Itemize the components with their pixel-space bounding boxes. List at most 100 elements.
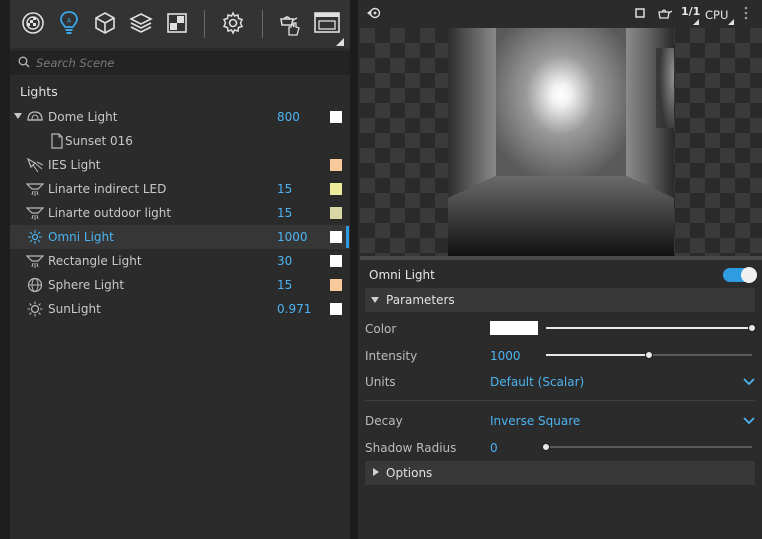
chevron-down-icon[interactable] [743,415,755,427]
interactive-render-icon[interactable] [274,8,304,38]
chevron-down-icon[interactable] [743,376,755,388]
viewport-toolbar: 1/1 CPU [360,0,762,28]
device-label[interactable]: CPU [705,8,728,22]
settings-icon[interactable] [218,8,248,38]
sun-light-icon [26,301,44,317]
color-slider-fill [546,327,752,329]
color-label: Color [365,322,397,336]
tree-row[interactable]: Rectangle Light 30 [10,249,350,273]
lights-icon[interactable]: A [54,8,84,38]
shadow-radius-value[interactable]: 0 [490,441,498,455]
spot-light-icon [25,181,45,197]
options-label: Options [386,466,433,480]
light-name: Linarte indirect LED [48,182,167,196]
enable-toggle[interactable] [723,267,757,283]
file-icon [48,133,66,149]
light-name: Sunset 016 [65,134,133,148]
dropdown-corner-icon [728,19,734,25]
render-viewport[interactable] [360,28,762,256]
chevron-down-icon [371,297,379,303]
options-section-header[interactable]: Options [365,461,755,485]
toolbar-separator [204,10,205,38]
ies-light-icon [26,157,44,173]
chevron-right-icon [373,468,379,476]
intensity-slider-fill [546,354,649,356]
dropdown-corner-icon [336,38,344,46]
panel-splitter[interactable] [350,0,358,539]
light-intensity-value[interactable]: 0.971 [277,302,311,316]
pin-camera-icon[interactable] [366,6,382,20]
dropdown-corner-icon [693,19,699,25]
search-box[interactable]: Search Scene [10,51,350,75]
decay-dropdown[interactable]: Inverse Square [490,414,580,428]
selection-indicator [346,226,349,248]
tree-row[interactable]: SunLight 0.971 [10,297,350,321]
more-options-icon[interactable] [744,6,748,20]
light-intensity-value[interactable]: 15 [277,182,292,196]
light-name: Rectangle Light [48,254,142,268]
decay-label: Decay [365,414,403,428]
light-intensity-value[interactable]: 15 [277,278,292,292]
color-swatch[interactable] [490,321,538,335]
light-color-swatch[interactable] [330,207,342,219]
render-window-icon[interactable] [312,8,342,38]
toolbar-separator [262,10,263,38]
expand-arrow-icon[interactable] [14,113,22,119]
svg-text:A: A [67,18,72,25]
teapot-icon[interactable] [656,6,672,20]
lights-section-header: Lights [20,84,58,99]
omni-light-icon [26,229,44,245]
light-name: SunLight [48,302,101,316]
viewport-splitter[interactable] [360,256,762,260]
light-color-swatch[interactable] [330,111,342,123]
light-name: Omni Light [48,230,114,244]
light-name: IES Light [48,158,101,172]
intensity-label: Intensity [365,349,418,363]
shadow-radius-slider-knob[interactable] [542,443,550,451]
left-edge [0,0,10,539]
light-intensity-value[interactable]: 1000 [277,230,308,244]
light-intensity-value[interactable]: 800 [277,110,300,124]
tree-row[interactable]: Omni Light 1000 [10,225,350,249]
light-intensity-value[interactable]: 30 [277,254,292,268]
render-image [448,28,674,256]
tree-row[interactable]: Linarte indirect LED 15 [10,177,350,201]
resolution-label[interactable]: 1/1 [681,5,700,18]
tree-row[interactable]: Sphere Light 15 [10,273,350,297]
divider [365,400,755,401]
light-intensity-value[interactable]: 15 [277,206,292,220]
light-color-swatch[interactable] [330,183,342,195]
spot-light-icon [25,253,45,269]
parameters-label: Parameters [386,293,455,307]
scene-panel: A Search Scene Lights Dome Light 800 Sun… [0,0,358,539]
search-input[interactable]: Search Scene [36,56,114,70]
units-dropdown[interactable]: Default (Scalar) [490,375,584,389]
materials-icon[interactable] [162,8,192,38]
region-render-icon[interactable] [635,8,645,18]
properties-panel: Omni Light Parameters Color Intensity 10… [360,262,762,539]
tree-row[interactable]: Linarte outdoor light 15 [10,201,350,225]
objects-icon[interactable] [90,8,120,38]
scene-icon[interactable] [18,8,48,38]
light-name: Dome Light [48,110,118,124]
intensity-value[interactable]: 1000 [490,349,521,363]
tree-row[interactable]: Dome Light 800 [10,105,350,129]
toggle-knob [741,267,757,283]
light-color-swatch[interactable] [330,231,342,243]
tree-row[interactable]: IES Light [10,153,350,177]
tree-row[interactable]: Sunset 016 [10,129,350,153]
light-color-swatch[interactable] [330,159,342,171]
intensity-slider-knob[interactable] [645,351,653,359]
light-color-swatch[interactable] [330,303,342,315]
shadow-radius-slider-track[interactable] [546,446,752,448]
shadow-radius-label: Shadow Radius [365,441,457,455]
light-color-swatch[interactable] [330,279,342,291]
color-slider-knob[interactable] [748,324,756,332]
layers-icon[interactable] [126,8,156,38]
parameters-section-header[interactable]: Parameters [365,288,755,312]
search-icon [18,56,30,68]
toolbar: A [10,0,350,48]
spot-light-icon [25,205,45,221]
light-color-swatch[interactable] [330,255,342,267]
properties-title: Omni Light [369,268,435,282]
